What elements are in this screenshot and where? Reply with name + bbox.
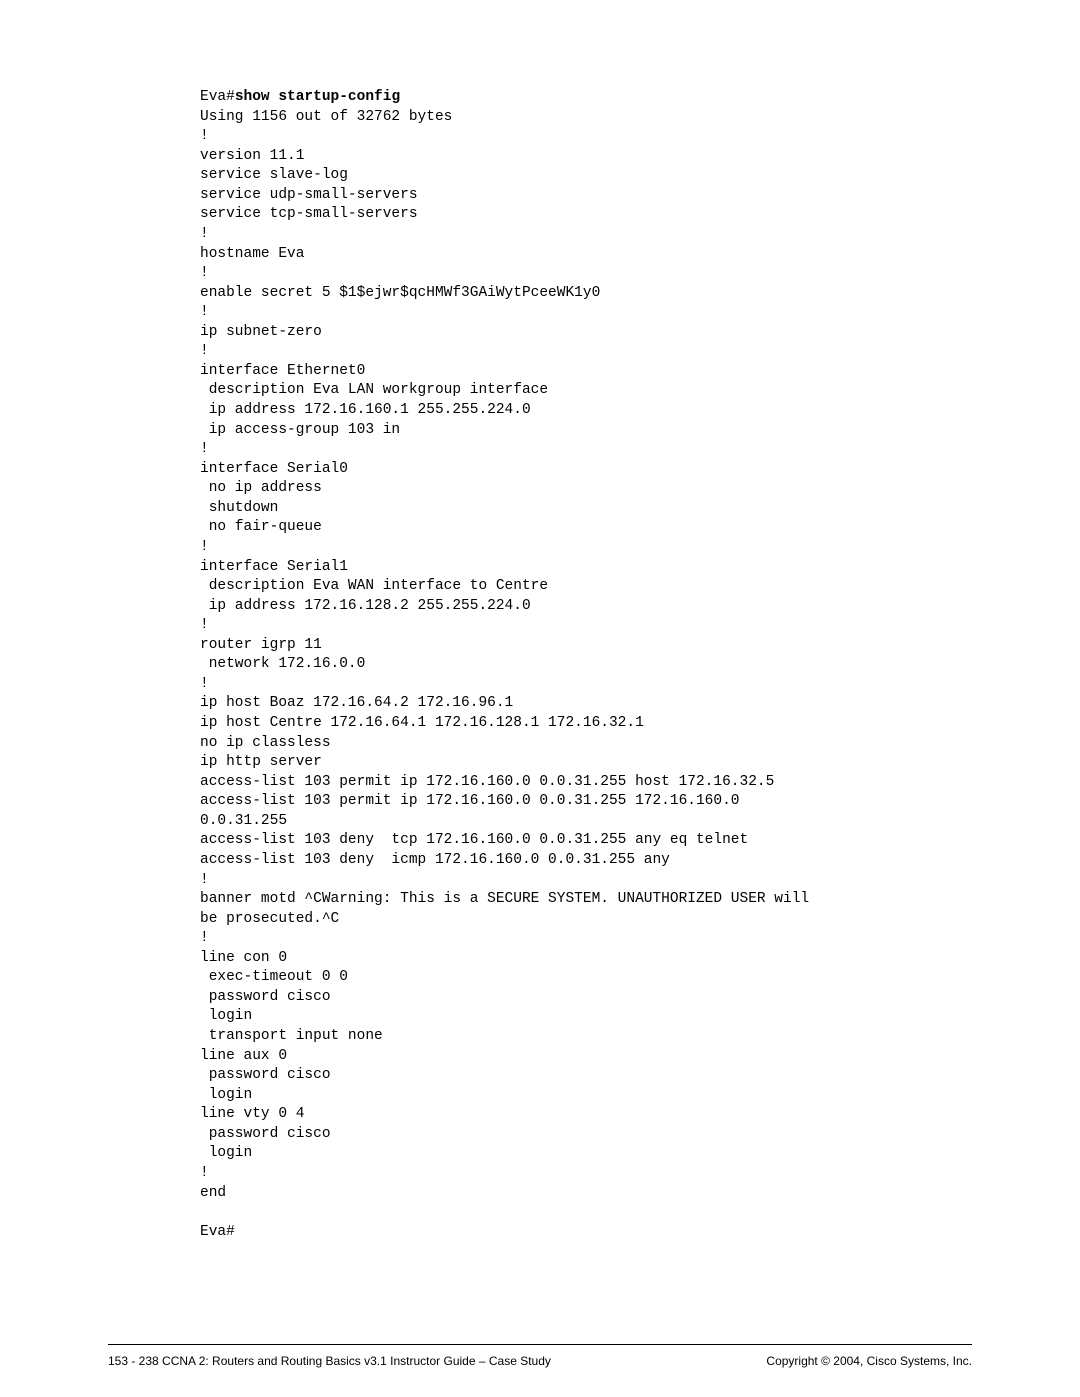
page-container: Eva#show startup-config Using 1156 out o… <box>0 0 1080 1397</box>
config-output: Using 1156 out of 32762 bytes ! version … <box>200 109 809 1240</box>
footer-right: Copyright © 2004, Cisco Systems, Inc. <box>766 1353 972 1369</box>
terminal-prompt: Eva# <box>200 89 235 105</box>
terminal-command: show startup-config <box>235 89 400 105</box>
page-footer: 153 - 238 CCNA 2: Routers and Routing Ba… <box>108 1353 972 1369</box>
footer-left: 153 - 238 CCNA 2: Routers and Routing Ba… <box>108 1353 551 1369</box>
footer-separator <box>108 1344 972 1345</box>
terminal-output: Eva#show startup-config Using 1156 out o… <box>200 88 972 1242</box>
